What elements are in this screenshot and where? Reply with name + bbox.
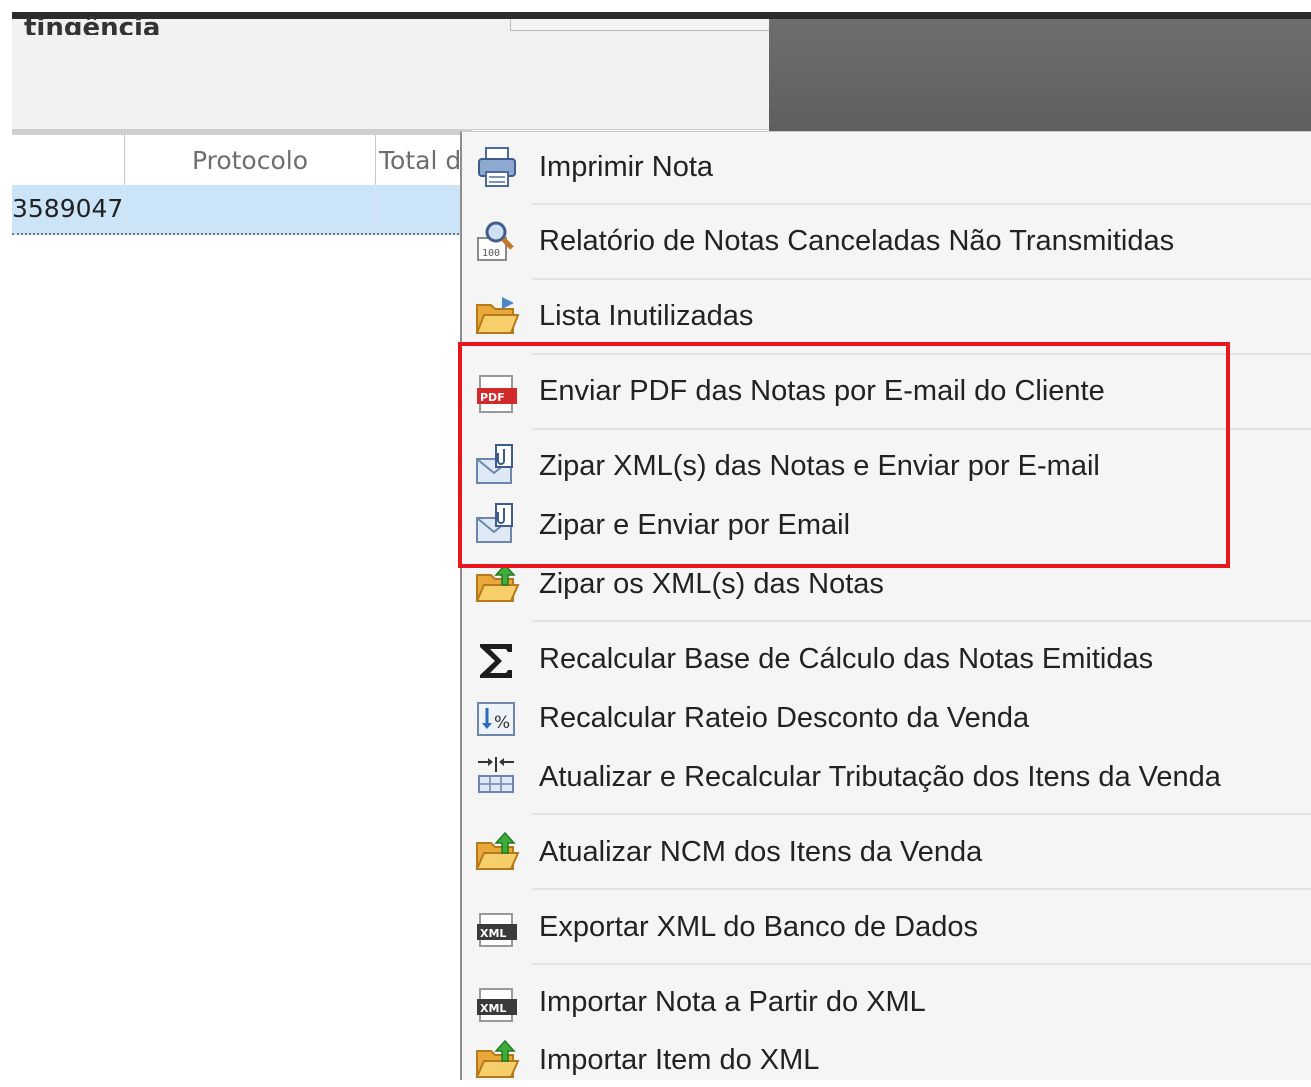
menu-item-importar-nota-xml[interactable]: XML Importar Nota a Partir do XML [462,979,1311,1029]
highlight-box [458,342,1230,568]
menu-item-label: Importar Item do XML [539,1044,820,1076]
sigma-icon [474,638,520,684]
svg-text:100: 100 [482,248,500,259]
menu-item-atualizar-ncm[interactable]: Atualizar NCM dos Itens da Venda [462,829,1311,879]
menu-item-label: Recalcular Rateio Desconto da Venda [539,702,1030,734]
context-menu: Imprimir Nota 100 Relatório de Notas Can… [460,131,1311,1080]
menu-separator [532,620,1311,622]
folder-upload-icon [474,829,520,875]
xml-file-icon: XML [474,906,520,952]
menu-item-relatorio-canceladas[interactable]: 100 Relatório de Notas Canceladas Não Tr… [462,218,1311,268]
menu-item-zipar-xml[interactable]: Zipar os XML(s) das Notas [462,561,1311,611]
menu-item-importar-item-xml[interactable]: Importar Item do XML [462,1037,1311,1080]
menu-separator [532,813,1311,815]
menu-item-recalcular-rateio[interactable]: % Recalcular Rateio Desconto da Venda [462,695,1311,745]
menu-item-label: Recalcular Base de Cálculo das Notas Emi… [539,643,1154,675]
menu-separator [532,278,1311,280]
report-search-icon: 100 [474,218,520,264]
menu-item-label: Lista Inutilizadas [539,300,754,332]
table-cell [125,185,376,233]
menu-item-lista-inutilizadas[interactable]: Lista Inutilizadas [462,293,1311,343]
menu-item-recalcular-base[interactable]: Recalcular Base de Cálculo das Notas Emi… [462,636,1311,686]
column-header-total[interactable]: Total d [376,135,470,185]
menu-item-label: Importar Nota a Partir do XML [539,986,926,1018]
notes-grid[interactable]: Protocolo Total d 3589047 [12,135,467,1079]
svg-text:%: % [494,713,510,733]
xml-file-icon: XML [474,981,520,1027]
form-panel: tingência [12,15,774,130]
column-header[interactable] [12,135,125,185]
menu-item-label: Atualizar NCM dos Itens da Venda [539,836,983,868]
background-panel [769,19,1311,134]
table-cell: 3589047 [12,185,125,233]
menu-separator [532,963,1311,965]
grid-header: Protocolo Total d [12,135,467,186]
column-header-protocolo[interactable]: Protocolo [125,135,376,185]
menu-item-label: Atualizar e Recalcular Tributação dos It… [539,761,1221,793]
window-border [12,12,1311,19]
folder-open-icon [474,293,520,339]
menu-item-label: Relatório de Notas Canceladas Não Transm… [539,225,1175,257]
menu-item-exportar-xml[interactable]: XML Exportar XML do Banco de Dados [462,904,1311,954]
printer-icon [474,144,520,190]
menu-separator [532,888,1311,890]
table-row[interactable]: 3589047 [12,185,467,235]
svg-text:XML: XML [480,927,506,940]
menu-item-label: Zipar os XML(s) das Notas [539,568,884,600]
menu-separator [532,203,1311,205]
percent-icon: % [474,697,520,743]
table-columns-icon [474,754,520,800]
table-cell [376,185,467,233]
svg-text:XML: XML [480,1002,506,1015]
menu-item-label: Imprimir Nota [539,151,714,183]
form-button[interactable] [510,19,774,31]
menu-item-label: Exportar XML do Banco de Dados [539,911,979,943]
folder-upload-icon [474,1037,520,1083]
form-title: tingência [24,15,161,35]
menu-item-imprimir-nota[interactable]: Imprimir Nota [462,144,1311,194]
menu-item-atualizar-tributacao[interactable]: Atualizar e Recalcular Tributação dos It… [462,754,1311,804]
